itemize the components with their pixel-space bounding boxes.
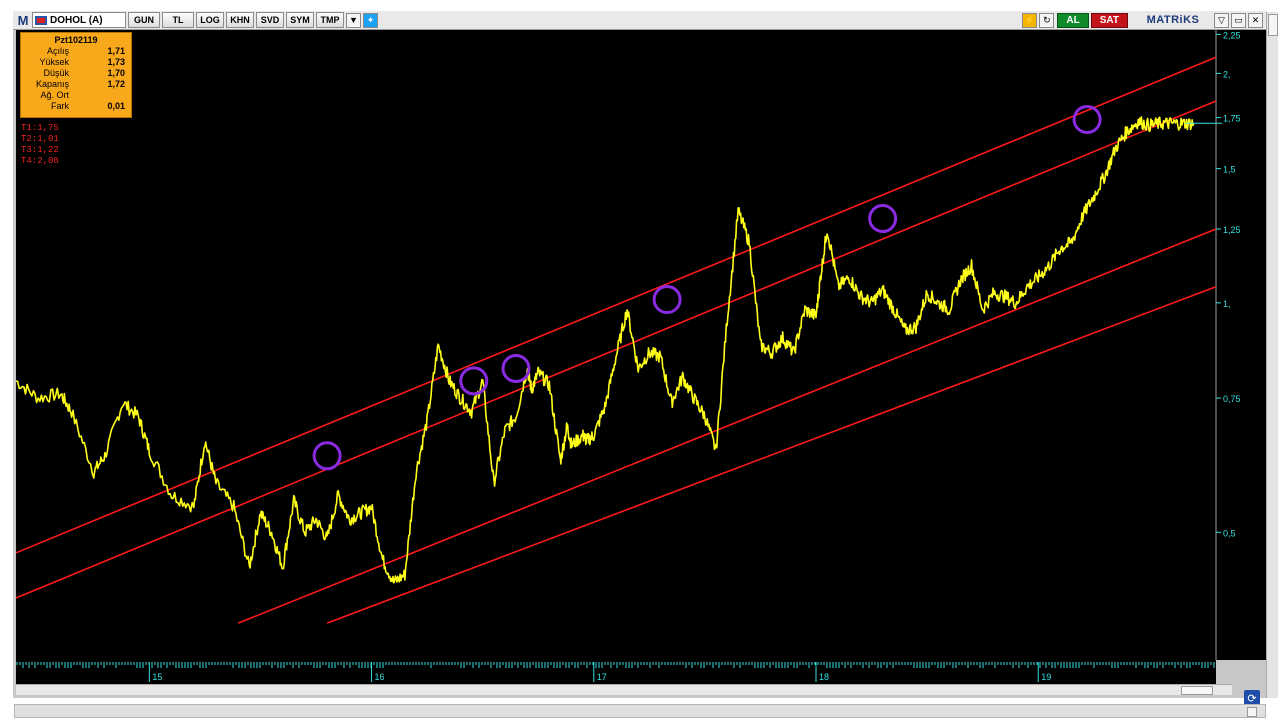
minimize-icon[interactable]: ▭ [1231, 12, 1246, 28]
plot-background [16, 30, 1216, 660]
toolbar-right: ⚡ ↻ AL SAT MATRiKS ▽ ▭ ✕ [1020, 12, 1263, 28]
trend-value: T1:1,75 [21, 123, 59, 133]
chart-area[interactable]: 2,25 2, 1,75 1,5 1,25 1, 0,75 0,5 15 16 17 18 19 Pz… [15, 30, 1267, 706]
info-row: Düşük 1,70 [43, 68, 125, 78]
period-gun-button[interactable]: GUN [128, 12, 160, 28]
svd-button[interactable]: SVD [256, 12, 284, 28]
info-row: Kapanış 1,72 [35, 79, 125, 89]
vertical-scrollbar[interactable] [1266, 12, 1278, 698]
trend-value: T2:1,01 [21, 134, 59, 144]
sell-button[interactable]: SAT [1090, 12, 1128, 28]
y-tick-label: 0,75 [1223, 394, 1241, 404]
symbol-selector[interactable]: DOHOL (A) [32, 12, 126, 28]
bottom-scroll-thumb[interactable] [1247, 707, 1257, 717]
y-tick-label: 0,5 [1223, 528, 1236, 538]
buy-button[interactable]: AL [1057, 12, 1089, 28]
vertical-scroll-thumb[interactable] [1268, 14, 1278, 36]
x-tick-label: 15 [152, 672, 162, 682]
dropdown-arrow-icon[interactable]: ▼ [346, 12, 361, 28]
trendline-values: T1:1,75 T2:1,01 T3:1,22 T4:2,08 [21, 123, 59, 167]
ohlc-info-box: Pzt102119 Açılış 1,71 Yüksek 1,73 Düşük 1,7… [20, 32, 132, 118]
bottom-scrollbar[interactable] [14, 704, 1266, 718]
currency-tl-button[interactable]: TL [162, 12, 194, 28]
tmp-button[interactable]: TMP [316, 12, 344, 28]
refresh-small-icon[interactable]: ↻ [1039, 12, 1055, 28]
x-axis-background [16, 660, 1216, 684]
info-row: Açılış 1,71 [46, 46, 125, 56]
scrollbar-thumb[interactable] [1181, 686, 1213, 695]
trend-value: T3:1,22 [21, 145, 59, 155]
y-tick-label: 1,5 [1223, 165, 1236, 175]
trend-value: T4:2,08 [21, 156, 59, 166]
dropdown-icon[interactable]: ▽ [1214, 12, 1229, 28]
log-scale-button[interactable]: LOG [196, 12, 224, 28]
y-tick-label: 2, [1223, 69, 1231, 79]
price-chart[interactable]: 2,25 2, 1,75 1,5 1,25 1, 0,75 0,5 15 16 17 18 19 [15, 30, 1267, 684]
khn-button[interactable]: KHN [226, 12, 254, 28]
chart-window: M DOHOL (A) GUN TL LOG KHN SVD SYM TMP ▼… [13, 11, 1267, 706]
y-tick-label: 1,75 [1223, 114, 1241, 124]
lightning-icon[interactable]: ⚡ [1022, 12, 1038, 28]
x-tick-label: 19 [1041, 672, 1051, 682]
matriks-logo: M [17, 12, 29, 28]
info-row: Fark 0,01 [51, 101, 125, 111]
y-axis-background [1216, 30, 1267, 660]
sym-button[interactable]: SYM [286, 12, 314, 28]
flag-icon [35, 15, 47, 25]
info-date: Pzt102119 [54, 35, 98, 45]
x-tick-label: 16 [375, 672, 385, 682]
twitter-icon[interactable]: ✦ [363, 12, 378, 28]
horizontal-scrollbar[interactable] [16, 684, 1232, 695]
close-icon[interactable]: ✕ [1248, 12, 1263, 28]
y-tick-label: 1,25 [1223, 225, 1241, 235]
chart-toolbar: M DOHOL (A) GUN TL LOG KHN SVD SYM TMP ▼… [13, 11, 1267, 30]
y-tick-label: 1, [1223, 299, 1231, 309]
info-row: Ağ. Ort [40, 90, 69, 100]
x-tick-label: 18 [819, 672, 829, 682]
info-row: Yüksek 1,73 [39, 57, 125, 67]
x-tick-label: 17 [597, 672, 607, 682]
y-tick-label: 2,25 [1223, 30, 1241, 40]
brand-label: MATRiKS [1146, 14, 1200, 26]
symbol-label: DOHOL (A) [50, 14, 103, 26]
